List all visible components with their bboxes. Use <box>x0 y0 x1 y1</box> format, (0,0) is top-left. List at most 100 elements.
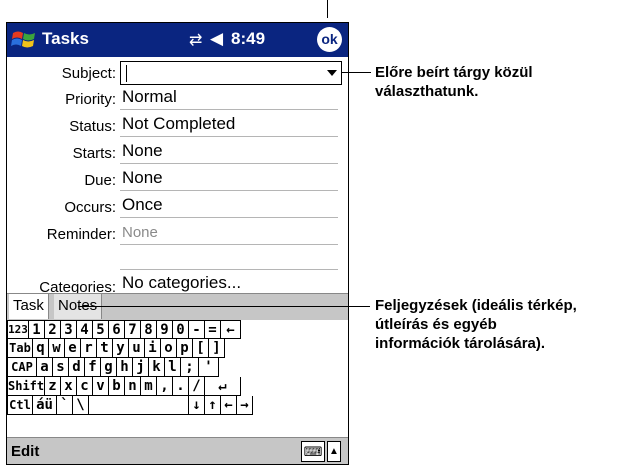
key-z[interactable]: z <box>45 377 61 396</box>
key-left[interactable]: ← <box>221 396 237 415</box>
key-5[interactable]: 5 <box>93 320 109 339</box>
status-value[interactable]: Not Completed <box>122 114 235 134</box>
key-i[interactable]: i <box>145 339 161 358</box>
key-8[interactable]: 8 <box>141 320 157 339</box>
key-h[interactable]: h <box>117 358 133 377</box>
categories-value[interactable]: No categories... <box>122 273 241 293</box>
key-slash[interactable]: / <box>189 377 205 396</box>
priority-underline <box>120 109 338 110</box>
menu-bar: Edit ⌨ ▲ <box>7 437 348 464</box>
key-right-bracket[interactable]: ] <box>209 339 225 358</box>
occurs-value[interactable]: Once <box>122 195 163 215</box>
key-o[interactable]: o <box>161 339 177 358</box>
starts-label: Starts: <box>72 145 116 162</box>
key-3[interactable]: 3 <box>61 320 77 339</box>
reminder-underline <box>120 244 338 245</box>
ok-button[interactable]: ok <box>317 27 342 52</box>
key-down[interactable]: ↓ <box>189 396 205 415</box>
key-t[interactable]: t <box>97 339 113 358</box>
key-p[interactable]: p <box>177 339 193 358</box>
key-1[interactable]: 1 <box>29 320 45 339</box>
priority-value[interactable]: Normal <box>122 87 177 107</box>
key-apostrophe[interactable]: ' <box>199 358 219 377</box>
edit-menu[interactable]: Edit <box>11 443 39 460</box>
pocketpc-screen: Tasks ⇄ ◀ 8:49 ok Subject: Priority: Nor… <box>6 22 349 465</box>
key-x[interactable]: x <box>61 377 77 396</box>
key-up[interactable]: ↑ <box>205 396 221 415</box>
tab-task[interactable]: Task <box>9 294 49 319</box>
key-g[interactable]: g <box>101 358 117 377</box>
key-9[interactable]: 9 <box>157 320 173 339</box>
title-bar: Tasks ⇄ ◀ 8:49 ok <box>7 23 348 57</box>
key-n[interactable]: n <box>125 377 141 396</box>
key-backtick[interactable]: ` <box>57 396 73 415</box>
due-value[interactable]: None <box>122 168 163 188</box>
key-a[interactable]: a <box>37 358 53 377</box>
callout-subject-leader <box>342 72 371 73</box>
key-left-bracket[interactable]: [ <box>193 339 209 358</box>
key-comma[interactable]: , <box>157 377 173 396</box>
starts-value[interactable]: None <box>122 141 163 161</box>
status-underline <box>120 136 338 137</box>
key-caps[interactable]: CAP <box>7 358 37 377</box>
occurs-underline <box>120 217 338 218</box>
due-label: Due: <box>84 172 116 189</box>
key-ctrl[interactable]: Ctl <box>7 396 33 415</box>
key-6[interactable]: 6 <box>109 320 125 339</box>
key-tab[interactable]: Tab <box>7 339 33 358</box>
key-0[interactable]: 0 <box>173 320 189 339</box>
key-period[interactable]: . <box>173 377 189 396</box>
text-caret <box>126 65 127 82</box>
key-right[interactable]: → <box>237 396 253 415</box>
clock[interactable]: 8:49 <box>231 29 265 49</box>
callout-notes-leader <box>78 306 370 307</box>
due-underline <box>120 190 338 191</box>
input-panel-arrow[interactable]: ▲ <box>327 441 341 462</box>
key-j[interactable]: j <box>133 358 149 377</box>
key-123[interactable]: 123 <box>7 320 29 339</box>
key-shift[interactable]: Shift <box>7 377 45 396</box>
key-k[interactable]: k <box>149 358 165 377</box>
key-accents[interactable]: áü <box>33 396 57 415</box>
key-e[interactable]: e <box>65 339 81 358</box>
blank-underline <box>120 269 338 270</box>
occurs-label: Occurs: <box>64 199 116 216</box>
callout-notes-note: Feljegyzések (ideális térkép, útleírás é… <box>375 297 577 352</box>
reminder-value[interactable]: None <box>122 223 158 243</box>
key-7[interactable]: 7 <box>125 320 141 339</box>
key-f[interactable]: f <box>85 358 101 377</box>
key-semicolon[interactable]: ; <box>181 358 199 377</box>
subject-label: Subject: <box>61 65 116 82</box>
key-space[interactable] <box>89 396 189 415</box>
key-l[interactable]: l <box>165 358 181 377</box>
key-d[interactable]: d <box>69 358 85 377</box>
key-4[interactable]: 4 <box>77 320 93 339</box>
subject-combobox[interactable] <box>120 61 342 85</box>
key-y[interactable]: y <box>113 339 129 358</box>
keyboard-icon[interactable]: ⌨ <box>301 441 325 462</box>
key-q[interactable]: q <box>33 339 49 358</box>
volume-icon[interactable]: ◀ <box>210 29 223 49</box>
key-v[interactable]: v <box>93 377 109 396</box>
key-backslash[interactable]: \ <box>73 396 89 415</box>
key-s[interactable]: s <box>53 358 69 377</box>
key-2[interactable]: 2 <box>45 320 61 339</box>
key-u[interactable]: u <box>129 339 145 358</box>
windows-start-icon[interactable] <box>10 27 38 53</box>
dropdown-arrow-icon[interactable] <box>327 70 337 76</box>
priority-label: Priority: <box>65 91 116 108</box>
key-minus[interactable]: - <box>189 320 205 339</box>
key-m[interactable]: m <box>141 377 157 396</box>
connectivity-icon[interactable]: ⇄ <box>189 30 202 50</box>
key-backspace[interactable]: ← <box>221 320 241 339</box>
key-enter[interactable]: ↵ <box>205 377 241 396</box>
status-label: Status: <box>69 118 116 135</box>
app-title: Tasks <box>42 29 89 48</box>
reminder-label: Reminder: <box>46 226 116 243</box>
key-b[interactable]: b <box>109 377 125 396</box>
key-r[interactable]: r <box>81 339 97 358</box>
key-w[interactable]: w <box>49 339 65 358</box>
key-equals[interactable]: = <box>205 320 221 339</box>
starts-underline <box>120 163 338 164</box>
key-c[interactable]: c <box>77 377 93 396</box>
